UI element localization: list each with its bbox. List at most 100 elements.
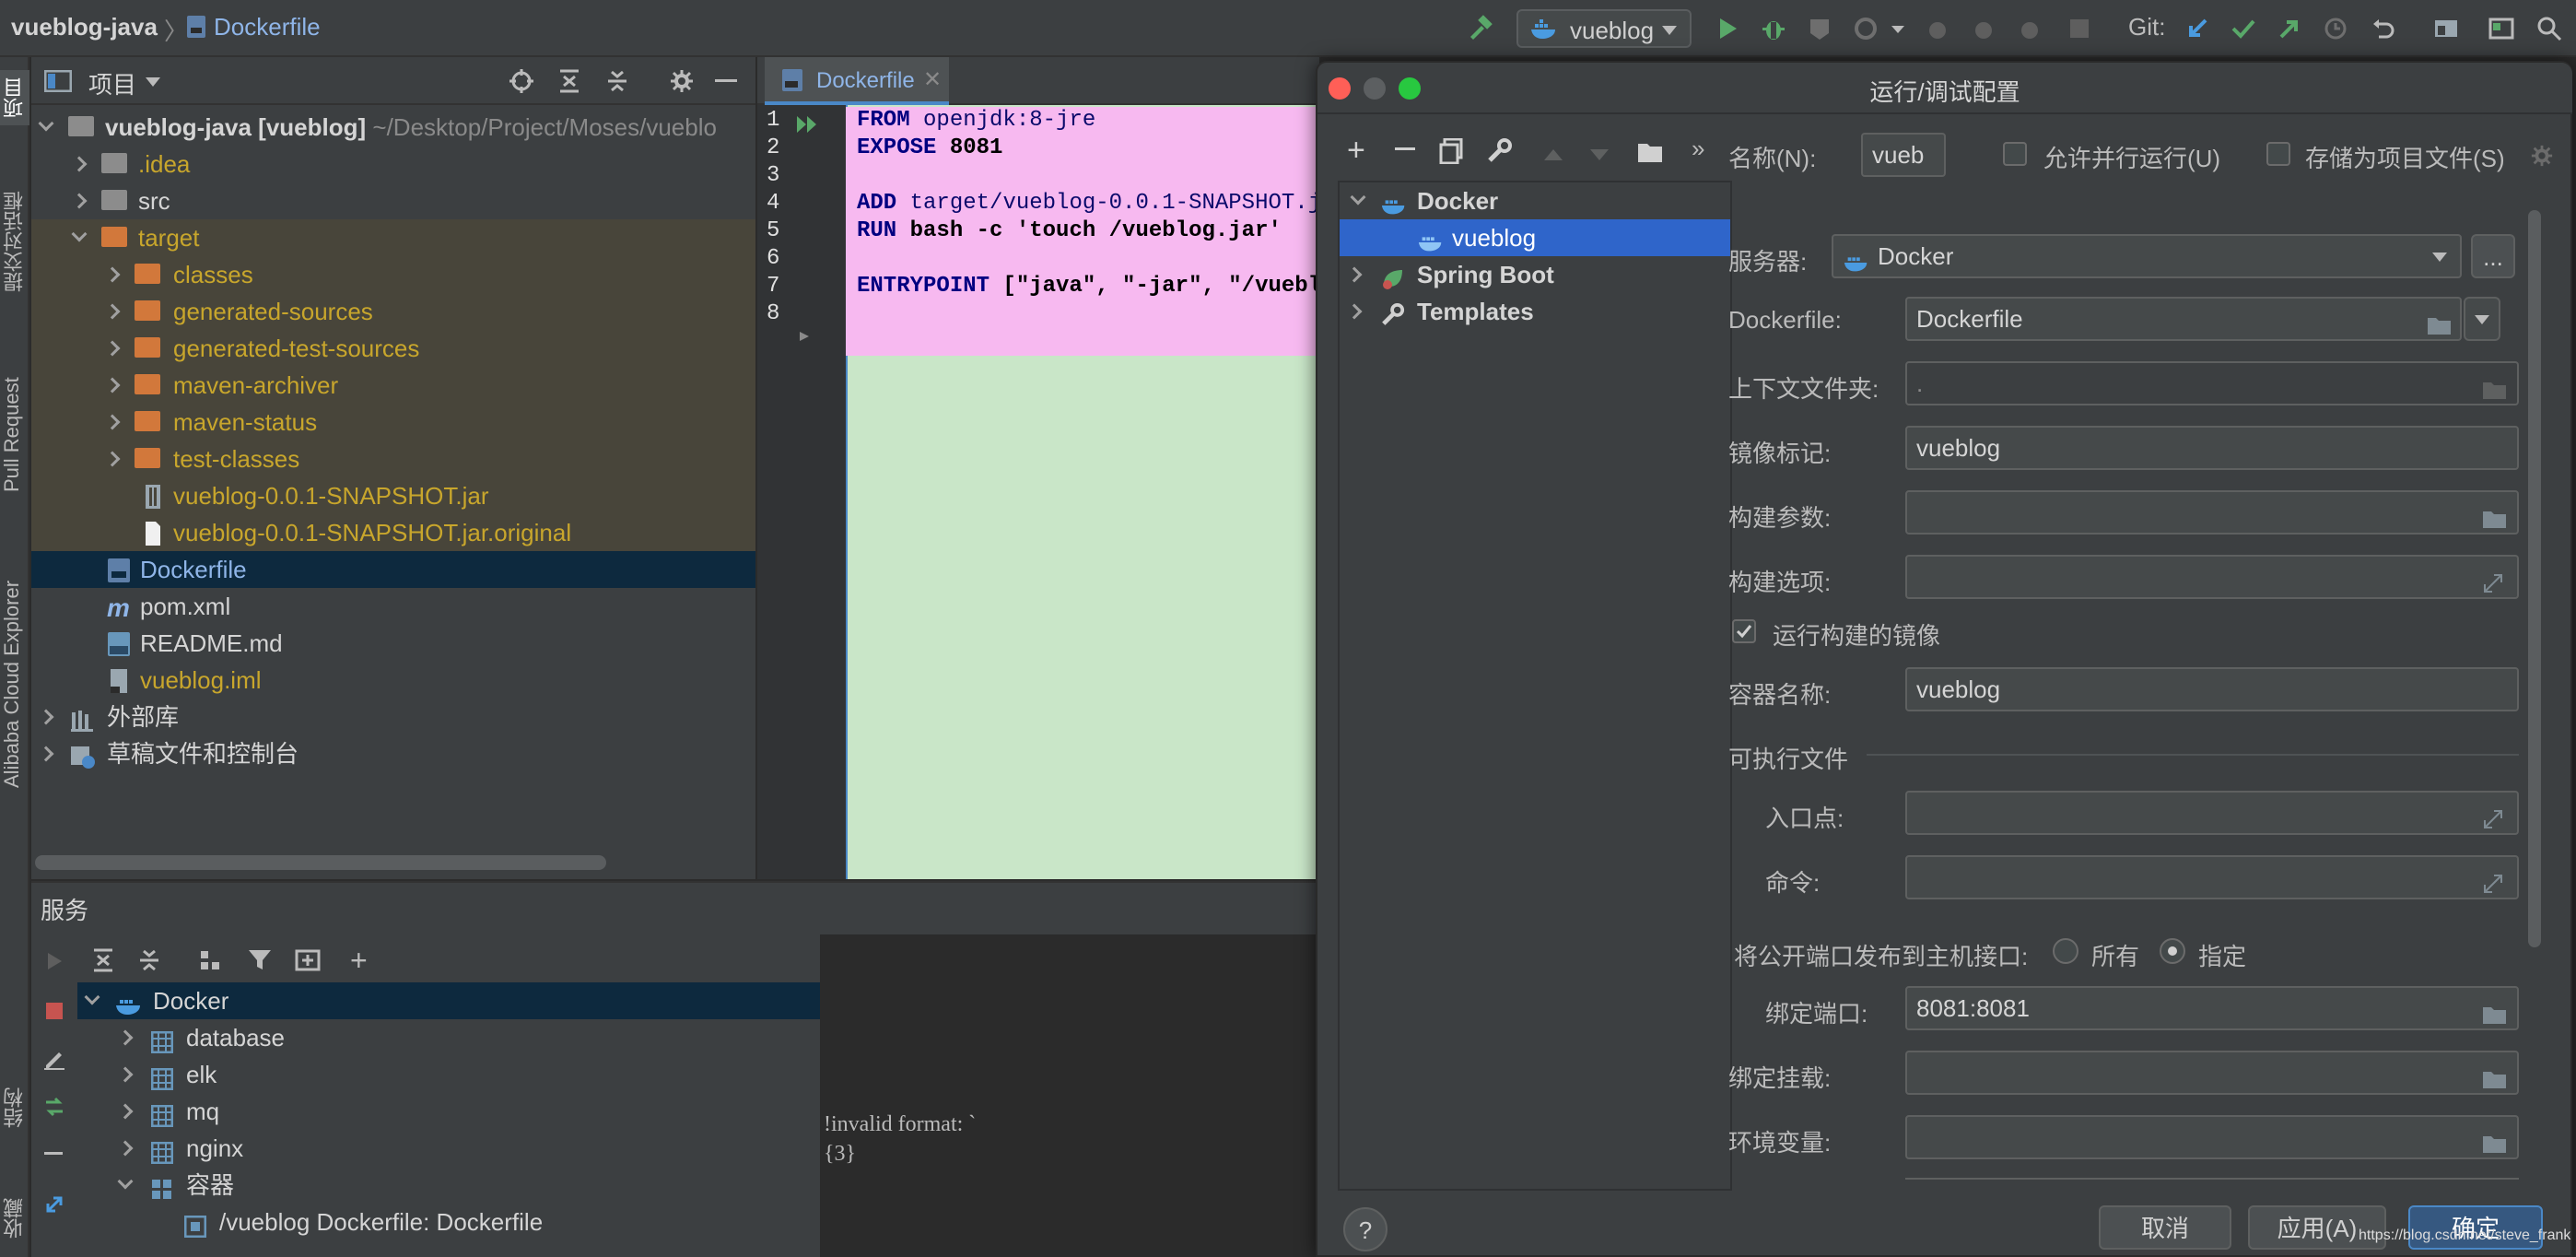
tree-item-generated-sources[interactable]: generated-sources <box>31 293 755 330</box>
git-update-icon[interactable] <box>2184 15 2211 42</box>
folder-open-icon[interactable] <box>2482 372 2508 399</box>
chevron-right-icon[interactable] <box>104 414 121 430</box>
config-tree-templates[interactable]: Templates <box>1340 293 1730 330</box>
close-icon[interactable]: ✕ <box>923 66 942 93</box>
bind-mounts-input[interactable] <box>1905 1051 2519 1095</box>
stop-icon[interactable] <box>44 999 64 1028</box>
folder-open-icon[interactable] <box>2482 1062 2508 1088</box>
filter-icon[interactable] <box>247 947 275 980</box>
move-down-icon[interactable] <box>1588 142 1610 170</box>
tree-item-target[interactable]: target <box>31 219 755 256</box>
stop-icon[interactable] <box>2066 15 2093 42</box>
build-args-input[interactable] <box>1905 490 2519 535</box>
services-item-mq[interactable]: mq <box>77 1093 822 1130</box>
expand-field-icon[interactable] <box>2482 566 2508 593</box>
run-icon[interactable] <box>1714 15 1741 42</box>
services-item-docker[interactable]: Docker <box>77 982 822 1019</box>
tool-window-commit[interactable]: 提交对话框 <box>0 177 29 306</box>
chevron-down-icon[interactable] <box>84 989 100 1005</box>
expand-field-icon[interactable] <box>2482 802 2508 828</box>
env-vars-input[interactable] <box>1905 1115 2519 1159</box>
radio-specified[interactable] <box>2160 938 2185 964</box>
build-hammer-icon[interactable] <box>1467 15 1494 42</box>
services-item-elk[interactable]: elk <box>77 1056 822 1093</box>
minimize-icon[interactable] <box>44 1152 63 1155</box>
chevron-right-icon[interactable] <box>117 1103 134 1120</box>
add-icon[interactable]: + <box>350 946 368 975</box>
tool-window-pull-request[interactable]: Pull Request <box>0 352 29 518</box>
chevron-down-icon[interactable] <box>1350 189 1366 206</box>
form-scrollbar[interactable] <box>2528 210 2541 947</box>
expand-field-icon[interactable] <box>2482 866 2508 893</box>
run-gutter-icon[interactable] <box>796 112 820 141</box>
name-input[interactable]: vueb <box>1861 133 1946 177</box>
group-by-icon[interactable] <box>199 947 227 980</box>
profile-icon[interactable] <box>1852 15 1879 42</box>
chevron-right-icon[interactable] <box>104 377 121 394</box>
chevron-right-icon[interactable] <box>104 266 121 283</box>
tree-item-src[interactable]: src <box>31 182 755 219</box>
allow-parallel-checkbox[interactable] <box>2003 142 2027 166</box>
gear-icon[interactable] <box>669 68 695 100</box>
folder-open-icon[interactable] <box>2482 997 2508 1024</box>
dockerfile-dropdown-button[interactable] <box>2464 297 2500 341</box>
tree-item-readme[interactable]: README.md <box>31 625 755 662</box>
tree-item-generated-test-sources[interactable]: generated-test-sources <box>31 330 755 367</box>
tab-dockerfile[interactable]: Dockerfile ✕ <box>765 57 949 105</box>
folder-open-icon[interactable] <box>2482 501 2508 528</box>
tree-item-external-libraries[interactable]: 外部库 <box>31 699 755 735</box>
new-tab-icon[interactable] <box>295 947 322 980</box>
copy-icon[interactable] <box>1439 137 1463 170</box>
services-item-nginx[interactable]: nginx <box>77 1130 822 1167</box>
update-running-icon[interactable] <box>2016 15 2043 42</box>
tree-item-pom[interactable]: m pom.xml <box>31 588 755 625</box>
history-icon[interactable] <box>2322 15 2349 42</box>
chevron-right-icon[interactable] <box>117 1140 134 1157</box>
expand-all-icon[interactable] <box>90 947 116 980</box>
expand-all-icon[interactable] <box>556 68 582 100</box>
image-tag-input[interactable]: vueblog <box>1905 426 2519 470</box>
folder-add-icon[interactable] <box>1636 138 1664 170</box>
git-commit-icon[interactable] <box>2230 15 2257 42</box>
chevron-right-icon[interactable] <box>104 340 121 357</box>
services-item-containers[interactable]: 容器 <box>77 1167 822 1204</box>
git-push-icon[interactable] <box>2276 15 2303 42</box>
tree-item-root[interactable]: vueblog-java [vueblog] ~/Desktop/Project… <box>31 109 755 146</box>
tree-item-idea[interactable]: .idea <box>31 146 755 182</box>
chevron-down-icon[interactable] <box>146 77 160 87</box>
chevron-right-icon[interactable] <box>71 193 88 209</box>
folder-open-icon[interactable] <box>2482 1126 2508 1153</box>
collapse-all-icon[interactable] <box>136 947 162 980</box>
rollback-icon[interactable] <box>2370 15 2397 42</box>
more-actions-icon[interactable]: » <box>1692 135 1704 163</box>
chevron-right-icon[interactable] <box>104 451 121 467</box>
chevron-down-icon[interactable] <box>38 115 54 132</box>
server-more-button[interactable]: ... <box>2471 234 2515 278</box>
tree-item-jar-original[interactable]: vueblog-0.0.1-SNAPSHOT.jar.original <box>31 514 755 551</box>
chevron-down-icon[interactable] <box>117 1173 134 1190</box>
cancel-button[interactable]: 取消 <box>2099 1205 2231 1250</box>
entrypoint-input[interactable] <box>1905 791 2519 835</box>
config-tree-docker[interactable]: Docker <box>1340 182 1730 219</box>
gear-icon[interactable] <box>2530 144 2554 174</box>
tool-window-project[interactable]: 项目 <box>0 70 29 125</box>
remove-icon[interactable] <box>1395 147 1415 150</box>
wrench-icon[interactable] <box>1487 138 1513 170</box>
command-input[interactable] <box>1905 855 2519 899</box>
move-up-icon[interactable] <box>1542 142 1564 170</box>
breadcrumb-project[interactable]: vueblog-java <box>11 13 158 41</box>
tree-item-iml[interactable]: vueblog.iml <box>31 662 755 699</box>
server-select[interactable]: Docker <box>1832 234 2462 278</box>
fold-marker-icon[interactable] <box>798 321 811 349</box>
tree-item-maven-archiver[interactable]: maven-archiver <box>31 367 755 404</box>
folder-open-icon[interactable] <box>2427 308 2453 335</box>
bind-ports-input[interactable]: 8081:8081 <box>1905 986 2519 1030</box>
config-tree-spring-boot[interactable]: Spring Boot <box>1340 256 1730 293</box>
chevron-right-icon[interactable] <box>38 709 54 725</box>
build-options-input[interactable] <box>1905 555 2519 599</box>
rerun-icon[interactable] <box>1970 15 1997 42</box>
coverage-icon[interactable] <box>1806 15 1833 42</box>
project-panel-title[interactable]: 项目 <box>88 66 136 100</box>
tree-item-classes[interactable]: classes <box>31 256 755 293</box>
layout-icon[interactable] <box>2488 15 2515 42</box>
